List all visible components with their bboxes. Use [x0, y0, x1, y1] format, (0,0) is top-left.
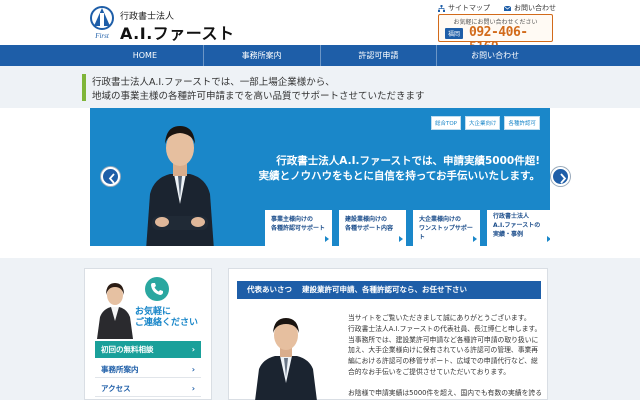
greeting-text: 当サイトをご覧いただきまして誠にありがとうございます。 行政書士法人A.I.ファ… — [348, 313, 544, 399]
cta-line-2: ご連絡ください — [135, 318, 199, 328]
chevron-right-icon: › — [191, 365, 195, 374]
hero-cards: 事業主様向けの 各種許認可サポート 建設業様向けの 各種サポート内容 大企業様向… — [265, 210, 550, 246]
card-line: 建設業様向けの — [345, 216, 388, 223]
logo-text: First — [94, 32, 110, 40]
para-line: 行政書士法人A.I.ファーストの代表社員、長江博仁と申します。 — [348, 324, 542, 333]
para-line: お陰様で申請実績は5000件を超え、国内でも有数の実績を誇る — [348, 388, 543, 397]
chevron-right-icon: › — [191, 345, 195, 354]
arrow-right-icon — [473, 236, 477, 242]
tab-general-top[interactable]: 総合TOP — [430, 116, 461, 130]
card-track-record[interactable]: 行政書士法人 A.I.ファーストの 実績・事例 — [487, 210, 550, 246]
card-line: ワンストップサポート — [419, 225, 473, 241]
phone-icon-circle — [145, 277, 169, 301]
intro-accent-bar — [82, 74, 86, 101]
hero-headline: 行政書士法人A.I.ファーストでは、申請実績5000件超! 実績とノウハウをもと… — [240, 154, 540, 184]
card-construction[interactable]: 建設業様向けの 各種サポート内容 — [339, 210, 406, 246]
card-line: 事業主様向けの — [271, 216, 314, 223]
card-line: A.I.ファーストの — [493, 222, 541, 229]
phone-region-tag: 福岡 — [445, 28, 464, 39]
para-line: 当事務所では、建設業許可申請など各種許可申請の取り扱いに — [348, 335, 539, 344]
hero-tabs: 総合TOP 大企業向け 各種許認可 — [430, 116, 540, 130]
para-line: 加え、大手企業様向けに保有されている許認可の管理、事業再 — [348, 346, 539, 355]
arrow-right-icon — [547, 236, 550, 242]
chevron-left-icon — [108, 173, 115, 184]
businessman-image — [146, 126, 214, 246]
sidebar-item-label: 初回の無料相談 — [101, 345, 154, 354]
sidebar: お気軽に ご連絡ください 初回の無料相談 › 事務所案内 › アクセス › — [84, 268, 212, 400]
card-business-owners[interactable]: 事業主様向けの 各種許認可サポート — [265, 210, 332, 246]
nav-item-permits[interactable]: 許認可申請 — [321, 45, 438, 66]
card-line: 大企業様向けの — [419, 216, 462, 223]
sidebar-item-label: アクセス — [101, 384, 131, 393]
intro-banner: 行政書士法人A.I.ファーストでは、一部上場企業様から、 地域の事業主様の各種許… — [0, 66, 640, 108]
main-nav: HOME 事務所案内 許認可申請 お問い合わせ — [0, 45, 640, 66]
mail-icon — [504, 5, 511, 11]
phone-box[interactable]: お気軽にお問い合わせください 福岡 092-406-5169 — [438, 14, 553, 55]
nav-item-contact[interactable]: お問い合わせ — [437, 45, 553, 66]
phone-icon — [151, 283, 163, 295]
para-line: 編における許認可の移管サポート、広域での申請代行など、総 — [348, 357, 538, 366]
contact-link[interactable]: お問い合わせ — [504, 3, 556, 13]
slider-prev-button[interactable] — [101, 167, 120, 186]
intro-line-2: 地域の事業主様の各種許可申請までを高い品質でサポートさせていただきます — [92, 91, 425, 102]
hero-headline-line-1: 行政書士法人A.I.ファーストでは、申請実績5000件超! — [276, 155, 540, 167]
hero-headline-line-2: 実績とノウハウをもとに自信を持ってお手伝いいたします。 — [258, 170, 540, 182]
utility-links: サイトマップ お問い合わせ — [438, 3, 556, 13]
support-staff-image — [97, 283, 133, 339]
para-line: 当サイトをご覧いただきまして誠にありがとうございます。 — [348, 314, 531, 322]
greeting-heading: 代表あいさつ 建設業許可申請、各種許認可なら、お任せ下さい — [237, 281, 541, 299]
sitemap-label: サイトマップ — [448, 4, 490, 12]
sidebar-item-free-consultation[interactable]: 初回の無料相談 › — [95, 341, 201, 358]
greeting-panel: 代表あいさつ 建設業許可申請、各種許認可なら、お任せ下さい 当サイトをご覧いただき… — [228, 268, 548, 400]
sitemap-link[interactable]: サイトマップ — [438, 3, 490, 13]
sitemap-icon — [438, 4, 445, 12]
para-line: 合的なお手伝いをご提供させていただいております。 — [348, 367, 511, 376]
sidebar-item-office[interactable]: 事務所案内 › — [95, 361, 201, 378]
chevron-right-icon: › — [191, 384, 195, 393]
card-large-enterprise[interactable]: 大企業様向けの ワンストップサポート — [413, 210, 480, 246]
slider-next-button[interactable] — [551, 167, 570, 186]
representative-photo — [255, 318, 317, 400]
card-line: 実績・事例 — [493, 231, 524, 238]
greeting-label: 代表あいさつ — [247, 285, 292, 294]
contact-label: お問い合わせ — [514, 4, 556, 12]
cta-line-1: お気軽に — [135, 307, 172, 317]
sidebar-contact-banner[interactable]: お気軽に ご連絡ください — [85, 269, 211, 339]
sidebar-cta-text: お気軽に ご連絡ください — [135, 307, 198, 329]
hero-slider: 総合TOP 大企業向け 各種許認可 行政書士法人A.I.ファーストでは、申請実績… — [90, 108, 550, 246]
tab-large-companies[interactable]: 大企業向け — [464, 116, 501, 130]
card-line: 各種許認可サポート — [271, 225, 326, 232]
sidebar-item-label: 事務所案内 — [101, 365, 139, 374]
card-line: 行政書士法人 — [493, 213, 530, 220]
first-logo-icon[interactable]: First — [88, 6, 116, 40]
arrow-right-icon — [325, 236, 329, 242]
nav-item-home[interactable]: HOME — [87, 45, 204, 66]
card-line: 各種サポート内容 — [345, 225, 394, 232]
greeting-tagline: 建設業許可申請、各種許認可なら、お任せ下さい — [302, 285, 467, 294]
sidebar-item-access[interactable]: アクセス › — [95, 380, 201, 397]
tab-permits[interactable]: 各種許認可 — [504, 116, 540, 130]
intro-line-1: 行政書士法人A.I.ファーストでは、一部上場企業様から、 — [92, 77, 335, 88]
nav-item-office[interactable]: 事務所案内 — [204, 45, 321, 66]
chevron-right-icon — [560, 173, 567, 184]
site-header: First 行政書士法人 A.I.ファースト サイトマップ お問い合わせ お気軽… — [0, 0, 640, 55]
arrow-right-icon — [399, 236, 403, 242]
brand-title[interactable]: A.I.ファースト — [120, 20, 235, 44]
